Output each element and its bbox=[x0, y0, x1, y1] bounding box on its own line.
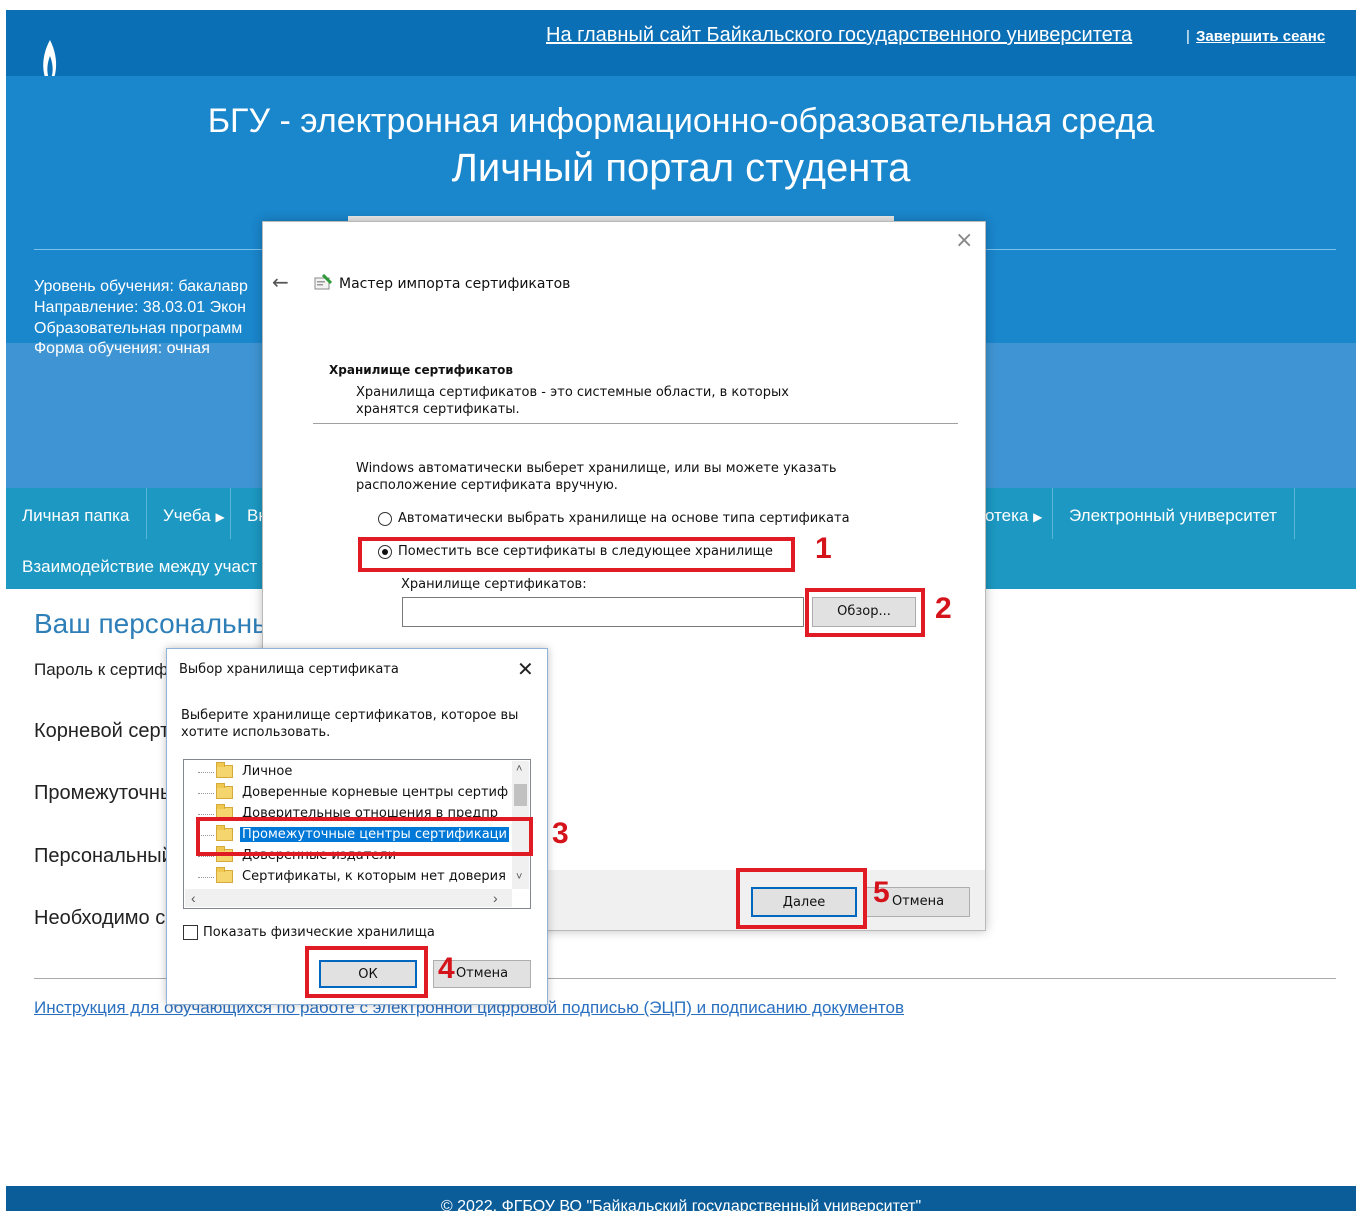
tree-item-label: Доверенные корневые центры сертиф bbox=[242, 785, 509, 800]
nav-label: Взаимодействие между участ bbox=[22, 557, 258, 576]
dialog-title: Выбор хранилища сертификата bbox=[179, 662, 399, 677]
footer: © 2022, ФГБОУ ВО "Байкальский государств… bbox=[6, 1186, 1356, 1215]
portal-subtitle: Личный портал студента bbox=[451, 146, 911, 190]
annotation-number-1: 1 bbox=[815, 532, 832, 565]
close-icon[interactable]: × bbox=[955, 228, 973, 253]
nav-item-personal-folder[interactable]: Личная папка bbox=[6, 488, 147, 539]
study-program: Образовательная программ bbox=[34, 320, 243, 337]
radio-auto-store[interactable] bbox=[378, 512, 392, 526]
tree-connector bbox=[198, 814, 214, 815]
folder-icon bbox=[216, 867, 233, 883]
back-arrow-icon[interactable]: ← bbox=[272, 270, 289, 294]
tree-connector bbox=[198, 877, 214, 878]
study-form: Форма обучения: очная bbox=[34, 340, 210, 357]
annotation-box-3 bbox=[196, 817, 533, 856]
store-input[interactable] bbox=[402, 597, 804, 627]
nav-item-interaction[interactable]: Взаимодействие между участ bbox=[6, 539, 271, 590]
end-session-link[interactable]: Завершить сеанс bbox=[1196, 28, 1325, 45]
annotation-number-3: 3 bbox=[552, 817, 569, 850]
scroll-up-icon[interactable]: ˄ bbox=[516, 763, 522, 775]
content-line: Промежуточны bbox=[34, 782, 175, 804]
nav-label: Электронный университет bbox=[1069, 506, 1277, 525]
portal-title: БГУ - электронная информационно-образова… bbox=[207, 102, 1155, 140]
tree-item[interactable]: Доверенные корневые центры сертиф bbox=[184, 783, 512, 804]
annotation-number-5: 5 bbox=[873, 876, 890, 909]
section-divider bbox=[313, 423, 958, 424]
study-direction: Направление: 38.03.01 Экон bbox=[34, 299, 246, 316]
nav-label: Личная папка bbox=[22, 506, 130, 525]
annotation-number-4: 4 bbox=[438, 952, 455, 985]
nav-item-study[interactable]: Учеба ▶ bbox=[147, 488, 231, 539]
section-description: Хранилища сертификатов - это системные о… bbox=[356, 385, 789, 417]
content-title: Ваш персональны bbox=[34, 608, 273, 639]
folder-icon bbox=[216, 762, 233, 778]
top-bar: На главный сайт Байкальского государстве… bbox=[6, 10, 1356, 130]
store-note: Windows автоматически выберет хранилище,… bbox=[356, 461, 837, 493]
scroll-left-icon[interactable]: ‹ bbox=[191, 890, 196, 906]
folder-icon bbox=[216, 783, 233, 799]
scroll-thumb[interactable] bbox=[514, 784, 527, 806]
nav-label: Учеба bbox=[163, 506, 211, 525]
study-level: Уровень обучения: бакалавр bbox=[34, 278, 248, 295]
radio-auto-label[interactable]: Автоматически выбрать хранилище на основ… bbox=[398, 511, 850, 526]
main-site-link[interactable]: На главный сайт Байкальского государстве… bbox=[546, 24, 1132, 47]
store-field-label: Хранилище сертификатов: bbox=[401, 577, 587, 592]
annotation-box-5 bbox=[736, 868, 867, 929]
chevron-right-icon: ▶ bbox=[215, 510, 225, 524]
tree-item[interactable]: Личное bbox=[184, 762, 512, 783]
nav-item-e-university[interactable]: Электронный университет bbox=[1053, 488, 1295, 539]
horizontal-scrollbar[interactable]: ‹ › bbox=[185, 889, 512, 907]
content-line: Пароль к сертиф bbox=[34, 660, 169, 679]
footer-text: © 2022, ФГБОУ ВО "Байкальский государств… bbox=[440, 1198, 922, 1215]
annotation-number-2: 2 bbox=[935, 592, 952, 625]
wizard-title: Мастер импорта сертификатов bbox=[339, 276, 571, 292]
link-separator: | bbox=[1186, 28, 1190, 45]
scroll-down-icon[interactable]: ˅ bbox=[516, 871, 522, 883]
annotation-box-2 bbox=[805, 588, 925, 637]
content-line: Необходимо с bbox=[34, 907, 166, 929]
tree-connector bbox=[198, 772, 214, 773]
scroll-right-icon[interactable]: › bbox=[493, 890, 498, 906]
show-physical-checkbox[interactable] bbox=[183, 925, 198, 940]
certificate-icon bbox=[314, 274, 333, 290]
dialog-description: Выберите хранилище сертификатов, которое… bbox=[181, 708, 519, 740]
annotation-box-1 bbox=[358, 537, 795, 572]
chevron-right-icon: ▶ bbox=[1033, 510, 1043, 524]
tree-connector bbox=[198, 793, 214, 794]
section-title: Хранилище сертификатов bbox=[329, 363, 513, 377]
tree-item-label: Сертификаты, к которым нет доверия bbox=[242, 869, 506, 884]
tree-connector bbox=[198, 856, 214, 857]
tree-item-label: Личное bbox=[242, 764, 293, 779]
content-line: Корневой серт bbox=[34, 720, 170, 742]
content-line: Персональный bbox=[34, 845, 173, 867]
close-icon[interactable]: ✕ bbox=[517, 657, 534, 681]
nav-label: отека bbox=[985, 506, 1029, 525]
annotation-box-4 bbox=[305, 946, 428, 998]
tree-item[interactable]: Сертификаты, к которым нет доверия bbox=[184, 867, 512, 887]
show-physical-label[interactable]: Показать физические хранилища bbox=[203, 925, 435, 940]
